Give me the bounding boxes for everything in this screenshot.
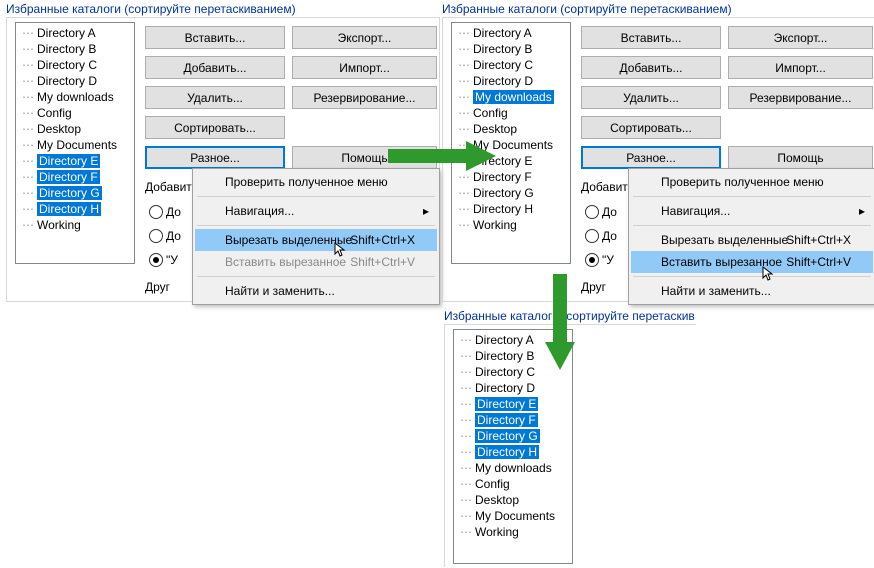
tree-item[interactable]: ⋯Directory D [452,73,570,89]
tree-item[interactable]: ⋯Config [452,105,570,121]
tree-item[interactable]: ⋯My Documents [454,508,572,524]
cursor-icon [334,242,350,258]
tree-item[interactable]: ⋯My downloads [16,89,134,105]
radio-before2[interactable]: До [585,228,617,244]
context-menu[interactable]: Проверить полученное меню Навигация...▸ … [192,168,440,305]
radio-before2[interactable]: До [149,228,181,244]
menu-paste: Вставить вырезанноеShift+Ctrl+V [195,251,437,273]
tree-item[interactable]: ⋯Directory A [16,25,134,41]
tree-item[interactable]: ⋯Directory F [16,169,134,185]
tree-item[interactable]: ⋯Working [16,217,134,233]
tree-item[interactable]: ⋯My Documents [16,137,134,153]
tree-item[interactable]: ⋯My downloads [454,460,572,476]
misc-button[interactable]: Разное... [581,146,721,169]
tree-item[interactable]: ⋯Directory G [454,428,572,444]
menu-paste[interactable]: Вставить вырезанноеShift+Ctrl+V [631,251,873,273]
misc-button[interactable]: Разное... [145,146,285,169]
menu-find[interactable]: Найти и заменить... [631,280,873,302]
sort-button[interactable]: Сортировать... [581,116,721,139]
menu-check[interactable]: Проверить полученное меню [631,171,873,193]
tree-item[interactable]: ⋯Directory C [16,57,134,73]
add-button[interactable]: Добавить... [581,56,721,79]
delete-button[interactable]: Удалить... [581,86,721,109]
tree-item[interactable]: ⋯Desktop [454,492,572,508]
tree-item[interactable]: ⋯Directory D [16,73,134,89]
tree-item[interactable]: ⋯Directory H [454,444,572,460]
radio-before[interactable]: До [149,204,181,220]
label: Друг [145,280,170,294]
insert-button[interactable]: Вставить... [145,26,285,49]
tree-item[interactable]: ⋯Directory D [454,380,572,396]
tree-item[interactable]: ⋯Config [454,476,572,492]
import-button[interactable]: Импорт... [292,56,437,79]
tree-item[interactable]: ⋯Working [452,217,570,233]
tree-item[interactable]: ⋯Directory G [16,185,134,201]
tree-item[interactable]: ⋯Directory E [16,153,134,169]
tree-item[interactable]: ⋯My downloads [452,89,570,105]
tree-item[interactable]: ⋯Directory H [452,201,570,217]
menu-sep [197,225,435,226]
tree-item[interactable]: ⋯Directory F [454,412,572,428]
cursor-icon [762,266,778,282]
export-button[interactable]: Экспорт... [292,26,437,49]
menu-cut[interactable]: Вырезать выделенныеShift+Ctrl+X [631,229,873,251]
tree-item[interactable]: ⋯Directory F [452,169,570,185]
tree-item[interactable]: ⋯Directory B [452,41,570,57]
export-button[interactable]: Экспорт... [728,26,873,49]
context-menu[interactable]: Проверить полученное меню Навигация...▸ … [628,168,874,305]
directory-tree[interactable]: ⋯Directory A ⋯Directory B ⋯Directory C ⋯… [15,22,135,264]
radio-smart[interactable]: "У [585,252,614,268]
tree-item[interactable]: ⋯Directory A [452,25,570,41]
tree-item[interactable]: ⋯Directory G [452,185,570,201]
menu-nav[interactable]: Навигация...▸ [195,200,437,222]
arrow-down-icon [545,274,575,370]
menu-cut[interactable]: Вырезать выделенныеShift+Ctrl+X [195,229,437,251]
menu-nav[interactable]: Навигация...▸ [631,200,873,222]
radio-smart[interactable]: "У [149,252,178,268]
add-button[interactable]: Добавить... [145,56,285,79]
tree-item[interactable]: ⋯Working [454,524,572,540]
radio-before[interactable]: До [585,204,617,220]
menu-check[interactable]: Проверить полученное меню [195,171,437,193]
backup-button[interactable]: Резервирование... [728,86,873,109]
insert-button[interactable]: Вставить... [581,26,721,49]
tree-item[interactable]: ⋯Directory C [452,57,570,73]
import-button[interactable]: Импорт... [728,56,873,79]
menu-sep [197,276,435,277]
menu-sep [633,276,871,277]
menu-find[interactable]: Найти и заменить... [195,280,437,302]
sort-button[interactable]: Сортировать... [145,116,285,139]
help-button[interactable]: Помощь [728,146,873,169]
tree-item[interactable]: ⋯Directory E [454,396,572,412]
tree-item[interactable]: ⋯Directory B [16,41,134,57]
label: Друг [581,280,606,294]
tree-item[interactable]: ⋯Directory H [16,201,134,217]
tree-item[interactable]: ⋯Config [16,105,134,121]
submenu-icon: ▸ [859,204,865,218]
menu-sep [197,196,435,197]
delete-button[interactable]: Удалить... [145,86,285,109]
tree-item[interactable]: ⋯Desktop [16,121,134,137]
tree-item[interactable]: ⋯Desktop [452,121,570,137]
menu-sep [633,225,871,226]
menu-sep [633,196,871,197]
arrow-right-icon [388,141,496,171]
backup-button[interactable]: Резервирование... [292,86,437,109]
submenu-icon: ▸ [423,204,429,218]
